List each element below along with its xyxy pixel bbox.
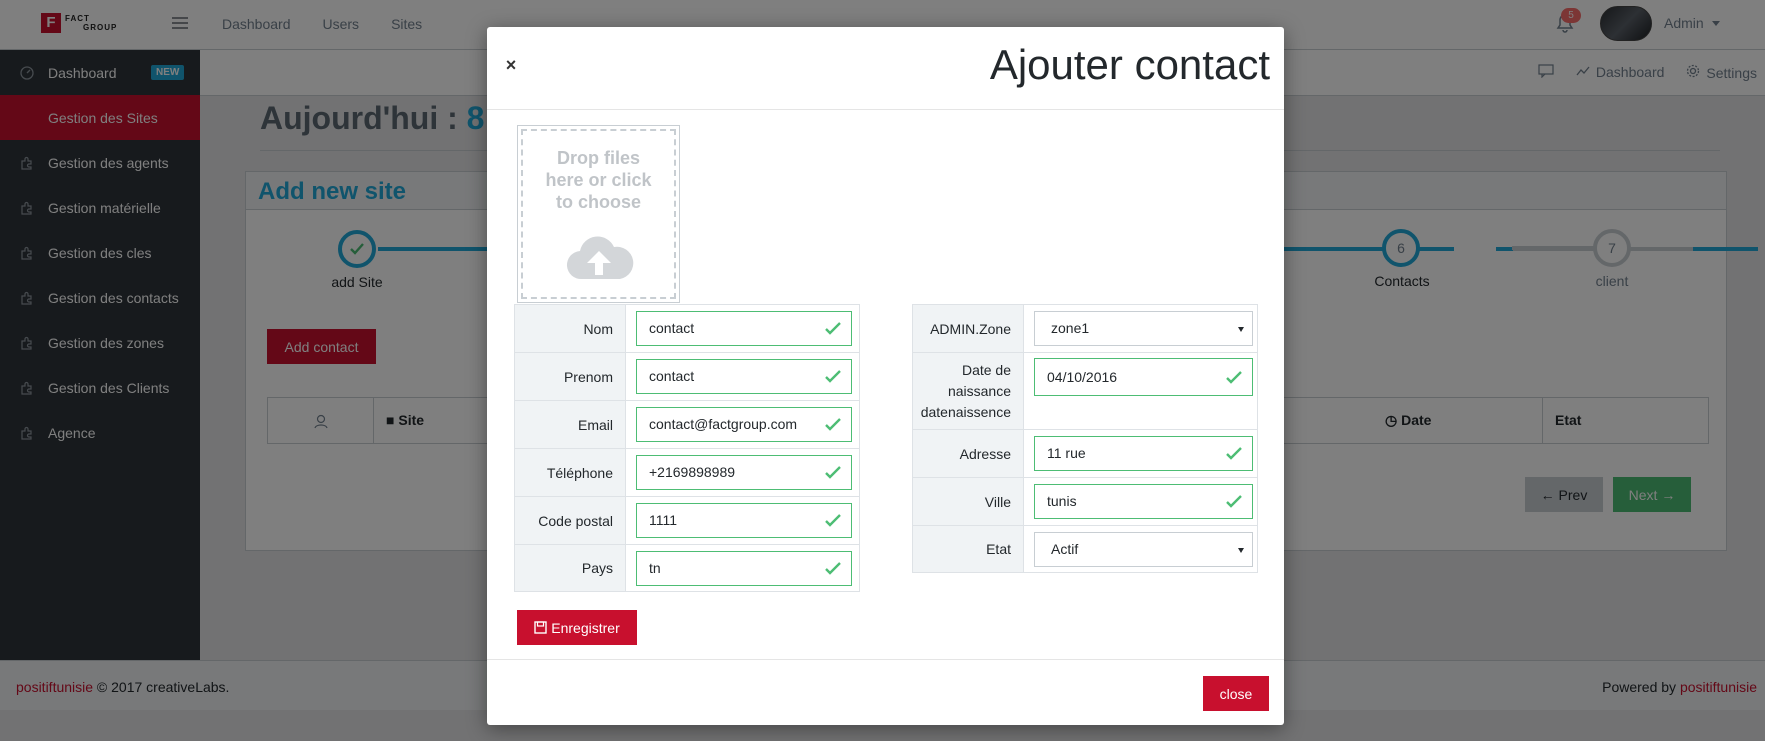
field-label: ADMIN.Zone bbox=[913, 305, 1024, 352]
field-label: Date de naissance datenaissence bbox=[913, 353, 1024, 429]
field-label: Prenom bbox=[515, 353, 626, 400]
form-row-nom: Nom contact bbox=[515, 305, 859, 353]
field-label: Nom bbox=[515, 305, 626, 352]
cloud-upload-icon bbox=[523, 231, 674, 286]
contact-form-right: ADMIN.Zone zone1 Date de naissance daten… bbox=[912, 304, 1258, 573]
check-icon bbox=[1226, 495, 1242, 508]
contact-form-left: Nom contact Prenom contact Email contact… bbox=[514, 304, 860, 592]
field-label: Email bbox=[515, 401, 626, 448]
form-row-zone: ADMIN.Zone zone1 bbox=[913, 305, 1257, 353]
form-row-telephone: Téléphone +2169898989 bbox=[515, 449, 859, 497]
check-icon bbox=[825, 370, 841, 383]
modal-footer: close bbox=[487, 659, 1284, 725]
save-button[interactable]: Enregistrer bbox=[517, 610, 637, 645]
check-icon bbox=[1226, 371, 1242, 384]
field-label: Téléphone bbox=[515, 449, 626, 496]
check-icon bbox=[825, 561, 841, 575]
check-icon bbox=[825, 514, 841, 527]
form-row-adresse: Adresse 11 rue bbox=[913, 430, 1257, 478]
file-dropzone[interactable]: Drop files here or click to choose bbox=[517, 125, 680, 303]
caret-down-icon bbox=[1238, 327, 1244, 332]
code-postal-input[interactable]: 1111 bbox=[636, 503, 852, 538]
modal-title: Ajouter contact bbox=[989, 41, 1270, 88]
form-row-prenom: Prenom contact bbox=[515, 353, 859, 401]
close-icon[interactable]: × bbox=[501, 55, 521, 75]
field-label: Etat bbox=[913, 526, 1024, 572]
email-input[interactable]: contact@factgroup.com bbox=[636, 407, 852, 442]
modal-header: × Ajouter contact bbox=[487, 27, 1284, 110]
check-icon bbox=[825, 466, 841, 479]
form-row-email: Email contact@factgroup.com bbox=[515, 401, 859, 449]
field-label: Adresse bbox=[913, 430, 1024, 477]
field-label: Pays bbox=[515, 545, 626, 591]
date-naissance-input[interactable]: 04/10/2016 bbox=[1034, 358, 1253, 396]
check-icon bbox=[825, 322, 841, 335]
nom-input[interactable]: contact bbox=[636, 311, 852, 346]
field-label: Ville bbox=[913, 478, 1024, 525]
zone-select[interactable]: zone1 bbox=[1034, 311, 1253, 346]
ville-input[interactable]: tunis bbox=[1034, 484, 1253, 519]
prenom-input[interactable]: contact bbox=[636, 359, 852, 394]
close-button[interactable]: close bbox=[1203, 676, 1269, 711]
form-row-etat: Etat Actif bbox=[913, 526, 1257, 572]
form-row-code-postal: Code postal 1111 bbox=[515, 497, 859, 545]
add-contact-modal: × Ajouter contact Drop files here or cli… bbox=[487, 27, 1284, 725]
field-label: Code postal bbox=[515, 497, 626, 544]
form-row-date-naissance: Date de naissance datenaissence 04/10/20… bbox=[913, 353, 1257, 430]
telephone-input[interactable]: +2169898989 bbox=[636, 455, 852, 490]
adresse-input[interactable]: 11 rue bbox=[1034, 436, 1253, 471]
form-row-ville: Ville tunis bbox=[913, 478, 1257, 526]
check-icon bbox=[825, 418, 841, 431]
form-row-pays: Pays tn bbox=[515, 545, 859, 591]
caret-down-icon bbox=[1238, 547, 1244, 553]
check-icon bbox=[1226, 447, 1242, 460]
pays-input[interactable]: tn bbox=[636, 550, 852, 586]
etat-select[interactable]: Actif bbox=[1034, 531, 1253, 567]
floppy-disk-icon bbox=[534, 621, 547, 634]
